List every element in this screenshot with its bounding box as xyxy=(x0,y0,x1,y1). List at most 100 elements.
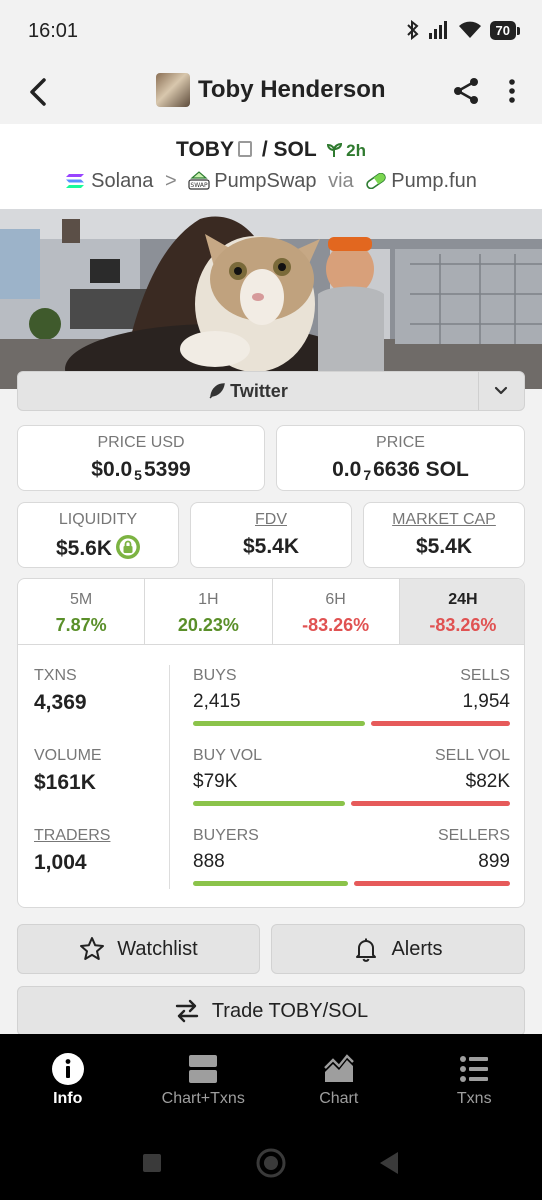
nav-chart[interactable]: Chart xyxy=(271,1034,407,1130)
price-native-value: 0.0 76636 SOL xyxy=(277,458,524,483)
price-native-digits: 6636 SOL xyxy=(373,458,469,481)
twitter-button[interactable]: Twitter xyxy=(18,372,478,410)
banner-photo xyxy=(0,209,542,389)
status-time: 16:01 xyxy=(28,20,79,42)
volume-bar xyxy=(193,801,510,806)
tab-1h-change: 20.23% xyxy=(177,615,239,635)
pair-line: TOBY / SOL 2h xyxy=(0,138,542,162)
sell-vol-bar-fill xyxy=(351,801,510,806)
price-usd-value: $0.0 55399 xyxy=(18,458,264,483)
back-arrow-icon[interactable] xyxy=(24,76,52,108)
price-native-prefix: 0.0 xyxy=(332,458,362,481)
volume-split: BUY VOL SELL VOL $79K $82K xyxy=(193,747,510,807)
sprout-icon xyxy=(327,142,343,157)
fdv-label[interactable]: FDV xyxy=(191,511,351,529)
tab-5m-label: 5M xyxy=(70,591,93,608)
alerts-button[interactable]: Alerts xyxy=(271,924,525,974)
tab-6h[interactable]: 6H -83.26% xyxy=(273,579,400,644)
sells-value: 1,954 xyxy=(462,691,510,712)
timeframe-tabs: 5M 7.87% 1H 20.23% 6H -83.26% 24H -83.26… xyxy=(18,579,524,645)
pair-age: 2h xyxy=(346,141,366,160)
market-cap-card[interactable]: MARKET CAP $5.4K xyxy=(363,502,525,568)
market-cap-label[interactable]: MARKET CAP xyxy=(364,511,524,529)
twitter-link-bar: Twitter xyxy=(17,371,525,411)
fdv-card[interactable]: FDV $5.4K xyxy=(190,502,352,568)
liquidity-value: $5.6K xyxy=(18,535,178,561)
solana-icon xyxy=(66,174,85,188)
price-native-label: PRICE xyxy=(376,434,425,451)
sellers-label: SELLERS xyxy=(437,827,510,844)
tab-24h-change: -83.26% xyxy=(429,615,497,635)
traders-label[interactable]: TRADERS xyxy=(34,827,110,845)
volume-label: VOLUME xyxy=(34,747,102,764)
buyers-value: 888 xyxy=(193,851,225,872)
tab-24h[interactable]: 24H -83.26% xyxy=(399,579,524,644)
price-usd-card: PRICE USD $0.0 55399 xyxy=(17,425,265,491)
tab-6h-change: -83.26% xyxy=(302,615,370,635)
market-cap-value: $5.4K xyxy=(415,535,473,558)
battery-indicator: 70 xyxy=(489,20,521,40)
buy-vol-value: $79K xyxy=(193,771,238,792)
tab-5m[interactable]: 5M 7.87% xyxy=(18,579,146,644)
buys-value: 2,415 xyxy=(193,691,241,712)
pair-header: TOBY / SOL 2h Solana > SWAP PumpSwap via … xyxy=(0,124,542,209)
pair-separator: / xyxy=(261,138,268,161)
nav-info[interactable]: Info xyxy=(0,1034,136,1130)
chain-name[interactable]: Solana xyxy=(91,170,153,192)
txns-label: TXNS xyxy=(34,667,77,684)
price-usd-zero-count: 5 xyxy=(134,467,142,483)
tab-6h-label: 6H xyxy=(325,591,346,608)
trade-button[interactable]: Trade TOBY/SOL xyxy=(17,986,525,1036)
signal-icon xyxy=(428,21,447,39)
nav-chart-txns-label: Chart+Txns xyxy=(161,1090,245,1107)
liquidity-lock-icon[interactable] xyxy=(116,535,141,559)
share-icon[interactable] xyxy=(451,76,481,106)
page-title: Toby Henderson xyxy=(198,76,386,103)
sell-vol-value: $82K xyxy=(465,771,510,792)
feather-icon xyxy=(209,383,225,399)
makers-bar xyxy=(193,881,510,886)
tab-24h-label: 24H xyxy=(448,591,478,608)
sellers-value: 899 xyxy=(478,851,510,872)
nav-info-label: Info xyxy=(53,1090,83,1107)
copy-icon[interactable] xyxy=(237,141,252,157)
more-options-icon[interactable] xyxy=(502,76,522,106)
nav-chart-txns[interactable]: Chart+Txns xyxy=(136,1034,272,1130)
dex-name[interactable]: PumpSwap xyxy=(214,170,316,192)
chevron-down-icon[interactable] xyxy=(488,381,514,401)
via-text: via xyxy=(328,170,354,192)
price-usd-prefix: $0.0 xyxy=(91,458,133,481)
traders-stat: TRADERS 1,004 xyxy=(34,827,110,875)
status-icons: 70 xyxy=(406,20,521,40)
recents-icon[interactable] xyxy=(143,1154,161,1172)
back-triangle-icon[interactable] xyxy=(380,1152,398,1174)
info-icon xyxy=(51,1053,84,1085)
quote-token-symbol: SOL xyxy=(273,138,317,161)
token-banner-image xyxy=(0,209,542,389)
trade-label: Trade TOBY/SOL xyxy=(211,999,369,1022)
launchpad-name[interactable]: Pump.fun xyxy=(391,170,477,192)
sells-bar-fill xyxy=(371,721,510,726)
chevron-right: > xyxy=(165,170,177,192)
nav-txns[interactable]: Txns xyxy=(407,1034,542,1130)
liquidity-amount: $5.6K xyxy=(55,537,113,560)
home-icon-dot xyxy=(264,1156,278,1170)
txns-stat: TXNS 4,369 xyxy=(34,667,87,715)
bell-icon xyxy=(356,938,377,962)
stats-panel: 5M 7.87% 1H 20.23% 6H -83.26% 24H -83.26… xyxy=(17,578,525,908)
buy-vol-label: BUY VOL xyxy=(193,747,263,764)
sell-vol-label: SELL VOL xyxy=(434,747,510,764)
traders-value: 1,004 xyxy=(34,851,87,874)
chain-dex-line: Solana > SWAP PumpSwap via Pump.fun xyxy=(0,170,542,193)
buys-sells-bar xyxy=(193,721,510,726)
pumpswap-icon: SWAP xyxy=(188,171,210,190)
watchlist-button[interactable]: Watchlist xyxy=(17,924,260,974)
liquidity-label: LIQUIDITY xyxy=(58,511,138,528)
tab-1h[interactable]: 1H 20.23% xyxy=(145,579,273,644)
stats-divider xyxy=(169,665,170,889)
buys-sells-split: BUYS SELLS 2,415 1,954 xyxy=(193,667,510,727)
price-usd-digits: 5399 xyxy=(143,458,191,481)
status-bar: 16:01 70 xyxy=(0,0,542,62)
buy-vol-bar-fill xyxy=(193,801,345,806)
watchlist-label: Watchlist xyxy=(117,937,198,960)
